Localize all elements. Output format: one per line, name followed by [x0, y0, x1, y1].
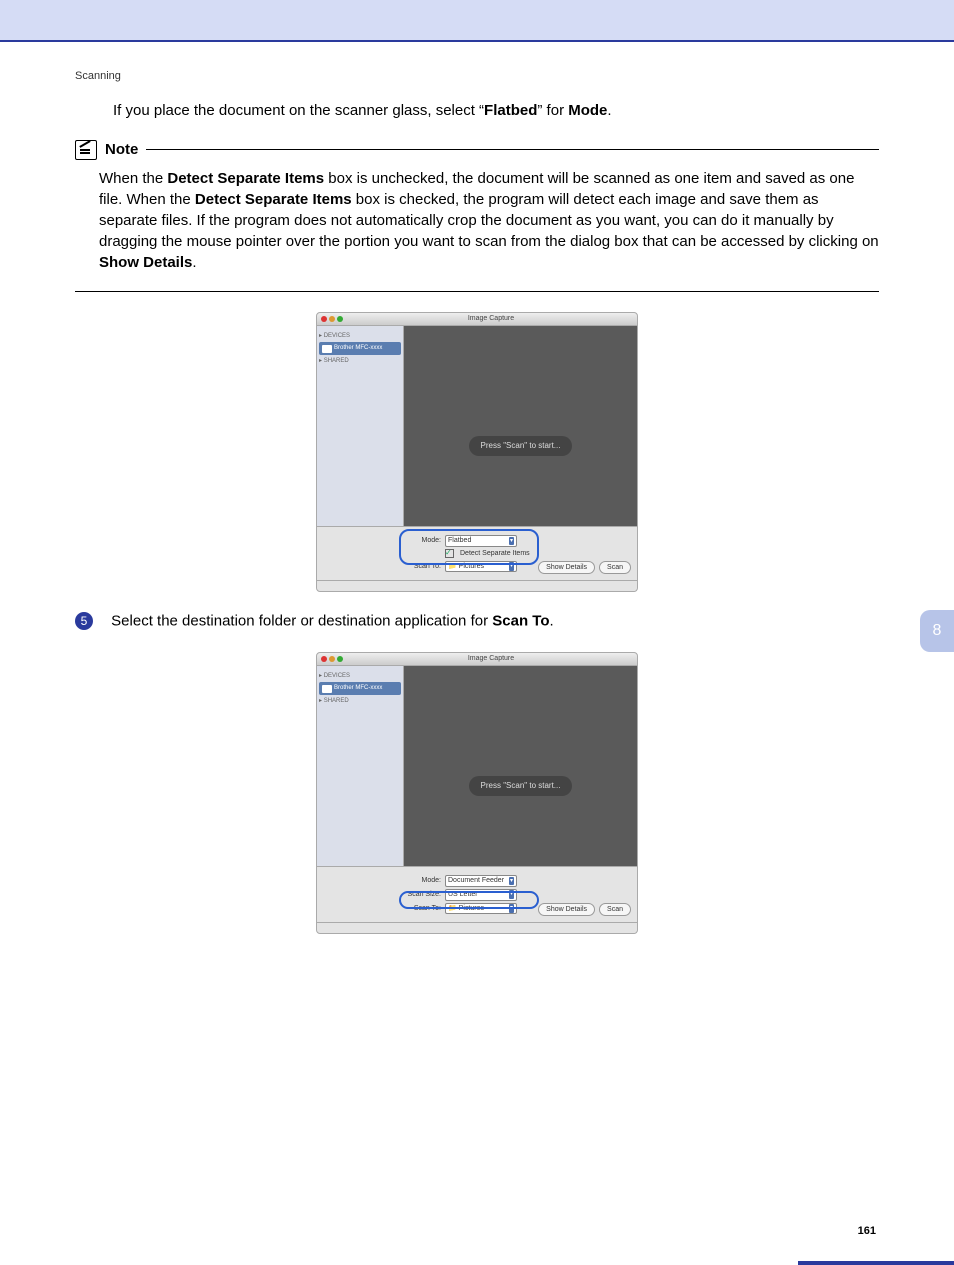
mode-label: Mode: [405, 876, 441, 886]
note-b2: Detect Separate Items [195, 191, 352, 208]
scan-prompt: Press "Scan" to start... [469, 776, 573, 795]
section-heading: Scanning [75, 70, 954, 82]
note-title: Note [105, 139, 138, 160]
intro-paragraph: If you place the document on the scanner… [113, 100, 879, 121]
note-t4: . [192, 254, 196, 271]
intro-text-3: . [607, 102, 611, 119]
step-b1: Scan To [492, 613, 549, 630]
detect-checkbox[interactable] [445, 549, 454, 558]
note-b3: Show Details [99, 254, 192, 271]
window-controls[interactable] [321, 656, 343, 662]
chapter-tab: 8 [920, 610, 954, 652]
device-item[interactable]: Brother MFC-xxxx [319, 342, 401, 354]
note-icon [75, 140, 97, 160]
step-5: 5 Select the destination folder or desti… [75, 610, 879, 632]
screenshot-2: Image Capture ▸ DEVICES Brother MFC-xxxx… [316, 652, 638, 934]
intro-text-2: ” for [537, 102, 568, 119]
devices-category: ▸ DEVICES [319, 672, 401, 680]
mode-select[interactable]: Document Feeder▾ [445, 875, 517, 887]
window-title: Image Capture [349, 314, 633, 324]
intro-text-1: If you place the document on the scanner… [113, 102, 484, 119]
note-t1: When the [99, 170, 167, 187]
window-controls[interactable] [321, 316, 343, 322]
top-banner [0, 0, 954, 42]
shared-category: ▸ SHARED [319, 697, 401, 705]
step-number-icon: 5 [75, 612, 93, 630]
intro-flatbed: Flatbed [484, 102, 537, 119]
step-t2: . [549, 613, 553, 630]
screenshot-1: Image Capture ▸ DEVICES Brother MFC-xxxx… [316, 312, 638, 592]
note-end-rule [75, 291, 879, 292]
scan-button[interactable]: Scan [599, 903, 631, 917]
show-details-button[interactable]: Show Details [538, 903, 595, 917]
devices-category: ▸ DEVICES [319, 332, 401, 340]
device-item[interactable]: Brother MFC-xxxx [319, 682, 401, 694]
page-number: 161 [858, 1225, 876, 1237]
page-body: Scanning If you place the document on th… [0, 70, 954, 1265]
show-details-button[interactable]: Show Details [538, 561, 595, 575]
scan-prompt: Press "Scan" to start... [469, 436, 573, 455]
shared-category: ▸ SHARED [319, 357, 401, 365]
step-t1: Select the destination folder or destina… [111, 613, 492, 630]
intro-mode: Mode [568, 102, 607, 119]
scan-button[interactable]: Scan [599, 561, 631, 575]
note-rule [146, 149, 879, 150]
note-body: When the Detect Separate Items box is un… [99, 168, 879, 273]
window-title: Image Capture [349, 654, 633, 664]
bottom-accent-bar [798, 1261, 954, 1265]
note-b1: Detect Separate Items [167, 170, 324, 187]
